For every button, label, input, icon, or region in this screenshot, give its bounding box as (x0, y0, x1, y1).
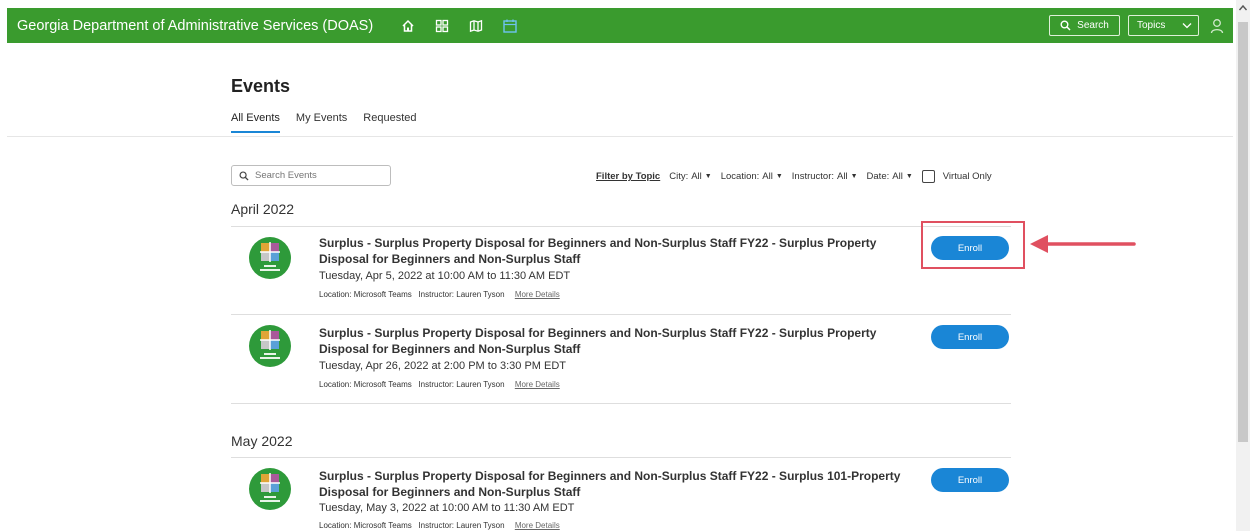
date-filter[interactable]: Date: All ▼ (867, 171, 913, 182)
virtual-only-label: Virtual Only (942, 171, 992, 182)
vertical-scrollbar[interactable] (1236, 0, 1250, 531)
grid-icon[interactable] (425, 8, 459, 43)
instructor-filter-label: Instructor: (791, 171, 835, 182)
city-filter-value: All (691, 171, 702, 182)
instructor-filter[interactable]: Instructor: All ▼ (792, 171, 858, 182)
topics-label: Topics (1137, 20, 1166, 31)
event-location: Location: Microsoft Teams (319, 521, 412, 530)
chevron-down-icon (1182, 23, 1192, 29)
date-filter-value: All (892, 171, 903, 182)
event-tabs: All Events My Events Requested (231, 112, 417, 133)
event-instructor: Instructor: Lauren Tyson (418, 290, 505, 299)
site-brand[interactable]: Georgia Department of Administrative Ser… (17, 18, 373, 34)
page-title: Events (231, 76, 291, 96)
user-icon[interactable] (1209, 17, 1225, 35)
search-events-box[interactable] (231, 165, 391, 186)
caret-down-icon: ▼ (850, 173, 858, 180)
event-title[interactable]: Surplus - Surplus Property Disposal for … (319, 236, 919, 267)
event-divider (231, 226, 1011, 227)
asset-management-logo (249, 237, 291, 279)
event-meta: Location: Microsoft Teams Instructor: La… (319, 380, 560, 389)
enroll-button[interactable]: Enroll (931, 468, 1009, 492)
event-divider (231, 314, 1011, 315)
enroll-button[interactable]: Enroll (931, 325, 1009, 349)
top-nav-bar: Georgia Department of Administrative Ser… (7, 8, 1233, 43)
page: Georgia Department of Administrative Ser… (0, 0, 1250, 531)
virtual-only-checkbox[interactable] (921, 170, 935, 183)
caret-down-icon: ▼ (704, 173, 712, 180)
event-title[interactable]: Surplus - Surplus Property Disposal for … (319, 326, 919, 357)
month-heading: April 2022 (231, 201, 295, 217)
map-icon[interactable] (459, 8, 493, 43)
search-events-input[interactable] (255, 170, 375, 181)
tab-my-events[interactable]: My Events (296, 112, 347, 133)
highlight-annotation-box (921, 221, 1025, 269)
event-title[interactable]: Surplus - Surplus Property Disposal for … (319, 469, 919, 500)
calendar-icon[interactable] (493, 8, 527, 43)
more-details-link[interactable]: More Details (515, 380, 560, 389)
event-date: Tuesday, May 3, 2022 at 10:00 AM to 11:3… (319, 502, 575, 514)
arrow-left-icon (1030, 235, 1136, 253)
event-location: Location: Microsoft Teams (319, 290, 412, 299)
date-filter-label: Date: (866, 171, 890, 182)
search-icon (239, 171, 249, 181)
instructor-filter-value: All (837, 171, 848, 182)
event-instructor: Instructor: Lauren Tyson (418, 521, 505, 530)
scroll-up-icon[interactable] (1236, 4, 1250, 16)
event-location: Location: Microsoft Teams (319, 380, 412, 389)
tab-all-events[interactable]: All Events (231, 112, 280, 133)
event-date: Tuesday, Apr 5, 2022 at 10:00 AM to 11:3… (319, 270, 571, 282)
city-filter[interactable]: City: All ▼ (669, 171, 712, 182)
more-details-link[interactable]: More Details (515, 290, 560, 299)
search-button[interactable]: Search (1049, 15, 1120, 36)
caret-down-icon: ▼ (775, 173, 783, 180)
top-right-controls: Search Topics (1049, 15, 1225, 36)
location-filter-value: All (762, 171, 773, 182)
virtual-only-filter[interactable]: Virtual Only (921, 170, 992, 183)
asset-management-logo (249, 468, 291, 510)
location-filter[interactable]: Location: All ▼ (721, 171, 783, 182)
filter-bar: Filter by Topic City: All ▼ Location: Al… (596, 170, 992, 183)
tab-requested[interactable]: Requested (363, 112, 416, 133)
event-date: Tuesday, Apr 26, 2022 at 2:00 PM to 3:30… (319, 360, 567, 372)
topics-dropdown[interactable]: Topics (1128, 15, 1199, 36)
location-filter-label: Location: (720, 171, 760, 182)
event-meta: Location: Microsoft Teams Instructor: La… (319, 290, 560, 299)
city-filter-label: City: (669, 171, 689, 182)
event-divider (231, 457, 1011, 458)
event-instructor: Instructor: Lauren Tyson (418, 380, 505, 389)
filter-by-topic-link[interactable]: Filter by Topic (596, 171, 660, 182)
event-meta: Location: Microsoft Teams Instructor: La… (319, 521, 560, 530)
scrollbar-thumb[interactable] (1238, 22, 1248, 442)
month-heading: May 2022 (231, 433, 293, 449)
more-details-link[interactable]: More Details (515, 521, 560, 530)
search-icon (1060, 20, 1071, 31)
caret-down-icon: ▼ (905, 173, 913, 180)
home-icon[interactable] (391, 8, 425, 43)
event-divider (231, 403, 1011, 404)
header-divider (7, 136, 1233, 137)
nav-icons (391, 8, 527, 43)
search-button-label: Search (1077, 20, 1109, 31)
asset-management-logo (249, 325, 291, 367)
